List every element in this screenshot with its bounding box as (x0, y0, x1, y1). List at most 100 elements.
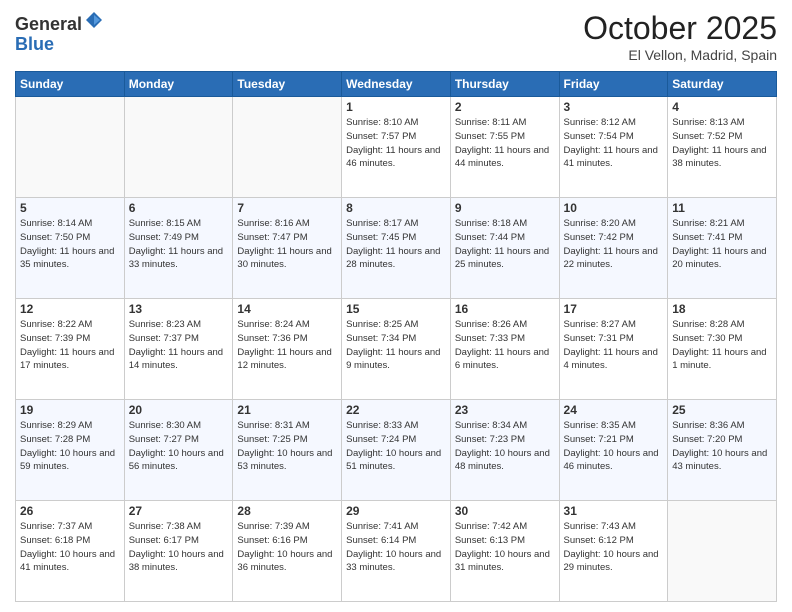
calendar-cell: 27 Sunrise: 7:38 AM Sunset: 6:17 PM Dayli… (124, 501, 233, 602)
day-info: Sunrise: 8:33 AM Sunset: 7:24 PM Dayligh… (346, 419, 446, 474)
day-info: Sunrise: 8:17 AM Sunset: 7:45 PM Dayligh… (346, 217, 446, 272)
day-info: Sunrise: 7:43 AM Sunset: 6:12 PM Dayligh… (564, 520, 664, 575)
day-number: 8 (346, 201, 446, 215)
calendar-cell: 6 Sunrise: 8:15 AM Sunset: 7:49 PM Daylig… (124, 198, 233, 299)
logo-blue: Blue (15, 34, 54, 54)
day-info: Sunrise: 7:38 AM Sunset: 6:17 PM Dayligh… (129, 520, 229, 575)
day-info: Sunrise: 8:27 AM Sunset: 7:31 PM Dayligh… (564, 318, 664, 373)
weekday-header-tuesday: Tuesday (233, 72, 342, 97)
day-info: Sunrise: 8:34 AM Sunset: 7:23 PM Dayligh… (455, 419, 555, 474)
calendar-cell: 24 Sunrise: 8:35 AM Sunset: 7:21 PM Dayli… (559, 400, 668, 501)
day-number: 5 (20, 201, 120, 215)
weekday-header-saturday: Saturday (668, 72, 777, 97)
day-number: 7 (237, 201, 337, 215)
day-info: Sunrise: 8:20 AM Sunset: 7:42 PM Dayligh… (564, 217, 664, 272)
day-info: Sunrise: 8:36 AM Sunset: 7:20 PM Dayligh… (672, 419, 772, 474)
day-info: Sunrise: 7:37 AM Sunset: 6:18 PM Dayligh… (20, 520, 120, 575)
day-info: Sunrise: 8:13 AM Sunset: 7:52 PM Dayligh… (672, 116, 772, 171)
day-number: 30 (455, 504, 555, 518)
day-number: 18 (672, 302, 772, 316)
calendar-cell: 28 Sunrise: 7:39 AM Sunset: 6:16 PM Dayli… (233, 501, 342, 602)
weekday-header-monday: Monday (124, 72, 233, 97)
day-number: 25 (672, 403, 772, 417)
day-number: 14 (237, 302, 337, 316)
calendar-cell: 10Sunrise: 8:20 AM Sunset: 7:42 PM Dayli… (559, 198, 668, 299)
day-number: 2 (455, 100, 555, 114)
day-number: 20 (129, 403, 229, 417)
day-number: 31 (564, 504, 664, 518)
calendar-cell: 8 Sunrise: 8:17 AM Sunset: 7:45 PM Daylig… (342, 198, 451, 299)
calendar-cell (16, 97, 125, 198)
calendar-cell: 4 Sunrise: 8:13 AM Sunset: 7:52 PM Daylig… (668, 97, 777, 198)
calendar-cell: 7 Sunrise: 8:16 AM Sunset: 7:47 PM Daylig… (233, 198, 342, 299)
weekday-header-wednesday: Wednesday (342, 72, 451, 97)
day-number: 16 (455, 302, 555, 316)
day-number: 17 (564, 302, 664, 316)
logo: General Blue (15, 10, 104, 55)
calendar-cell: 18 Sunrise: 8:28 AM Sunset: 7:30 PM Dayli… (668, 299, 777, 400)
calendar-cell: 5 Sunrise: 8:14 AM Sunset: 7:50 PM Daylig… (16, 198, 125, 299)
calendar-cell: 19Sunrise: 8:29 AM Sunset: 7:28 PM Dayli… (16, 400, 125, 501)
day-number: 11 (672, 201, 772, 215)
day-info: Sunrise: 7:42 AM Sunset: 6:13 PM Dayligh… (455, 520, 555, 575)
month-title: October 2025 (583, 10, 777, 47)
day-info: Sunrise: 8:14 AM Sunset: 7:50 PM Dayligh… (20, 217, 120, 272)
calendar-cell: 20 Sunrise: 8:30 AM Sunset: 7:27 PM Dayli… (124, 400, 233, 501)
calendar-week-3: 12 Sunrise: 8:22 AM Sunset: 7:39 PM Dayli… (16, 299, 777, 400)
weekday-header-row: SundayMondayTuesdayWednesdayThursdayFrid… (16, 72, 777, 97)
calendar-cell (668, 501, 777, 602)
calendar-cell (233, 97, 342, 198)
day-number: 23 (455, 403, 555, 417)
day-number: 26 (20, 504, 120, 518)
weekday-header-friday: Friday (559, 72, 668, 97)
calendar-cell: 16 Sunrise: 8:26 AM Sunset: 7:33 PM Dayli… (450, 299, 559, 400)
logo-icon (84, 10, 104, 30)
day-info: Sunrise: 8:25 AM Sunset: 7:34 PM Dayligh… (346, 318, 446, 373)
calendar-cell: 12 Sunrise: 8:22 AM Sunset: 7:39 PM Dayli… (16, 299, 125, 400)
day-info: Sunrise: 8:15 AM Sunset: 7:49 PM Dayligh… (129, 217, 229, 272)
calendar-body: 1 Sunrise: 8:10 AM Sunset: 7:57 PM Daylig… (16, 97, 777, 602)
day-info: Sunrise: 8:30 AM Sunset: 7:27 PM Dayligh… (129, 419, 229, 474)
calendar-cell: 25 Sunrise: 8:36 AM Sunset: 7:20 PM Dayli… (668, 400, 777, 501)
day-number: 27 (129, 504, 229, 518)
day-info: Sunrise: 7:39 AM Sunset: 6:16 PM Dayligh… (237, 520, 337, 575)
day-info: Sunrise: 8:28 AM Sunset: 7:30 PM Dayligh… (672, 318, 772, 373)
day-number: 6 (129, 201, 229, 215)
calendar-cell: 30 Sunrise: 7:42 AM Sunset: 6:13 PM Dayli… (450, 501, 559, 602)
day-number: 19 (20, 403, 120, 417)
calendar-cell: 21Sunrise: 8:31 AM Sunset: 7:25 PM Dayli… (233, 400, 342, 501)
weekday-header-thursday: Thursday (450, 72, 559, 97)
page: General Blue October 2025 El Vellon, Mad… (0, 0, 792, 612)
day-info: Sunrise: 8:10 AM Sunset: 7:57 PM Dayligh… (346, 116, 446, 171)
day-number: 1 (346, 100, 446, 114)
calendar-cell: 15 Sunrise: 8:25 AM Sunset: 7:34 PM Dayli… (342, 299, 451, 400)
day-info: Sunrise: 8:26 AM Sunset: 7:33 PM Dayligh… (455, 318, 555, 373)
logo-general: General (15, 14, 82, 34)
day-info: Sunrise: 8:35 AM Sunset: 7:21 PM Dayligh… (564, 419, 664, 474)
title-block: October 2025 El Vellon, Madrid, Spain (583, 10, 777, 63)
calendar-cell: 11 Sunrise: 8:21 AM Sunset: 7:41 PM Dayli… (668, 198, 777, 299)
calendar-cell: 29Sunrise: 7:41 AM Sunset: 6:14 PM Dayli… (342, 501, 451, 602)
calendar-cell: 1 Sunrise: 8:10 AM Sunset: 7:57 PM Daylig… (342, 97, 451, 198)
day-number: 22 (346, 403, 446, 417)
calendar-cell: 9Sunrise: 8:18 AM Sunset: 7:44 PM Daylig… (450, 198, 559, 299)
day-info: Sunrise: 8:21 AM Sunset: 7:41 PM Dayligh… (672, 217, 772, 272)
day-number: 4 (672, 100, 772, 114)
day-number: 13 (129, 302, 229, 316)
day-number: 12 (20, 302, 120, 316)
calendar: SundayMondayTuesdayWednesdayThursdayFrid… (15, 71, 777, 602)
calendar-cell (124, 97, 233, 198)
calendar-cell: 31 Sunrise: 7:43 AM Sunset: 6:12 PM Dayli… (559, 501, 668, 602)
calendar-week-1: 1 Sunrise: 8:10 AM Sunset: 7:57 PM Daylig… (16, 97, 777, 198)
day-info: Sunrise: 8:16 AM Sunset: 7:47 PM Dayligh… (237, 217, 337, 272)
day-info: Sunrise: 8:24 AM Sunset: 7:36 PM Dayligh… (237, 318, 337, 373)
location: El Vellon, Madrid, Spain (583, 47, 777, 63)
day-info: Sunrise: 8:22 AM Sunset: 7:39 PM Dayligh… (20, 318, 120, 373)
day-number: 15 (346, 302, 446, 316)
weekday-header-sunday: Sunday (16, 72, 125, 97)
calendar-week-2: 5 Sunrise: 8:14 AM Sunset: 7:50 PM Daylig… (16, 198, 777, 299)
day-info: Sunrise: 7:41 AM Sunset: 6:14 PM Dayligh… (346, 520, 446, 575)
day-number: 24 (564, 403, 664, 417)
day-number: 28 (237, 504, 337, 518)
day-info: Sunrise: 8:31 AM Sunset: 7:25 PM Dayligh… (237, 419, 337, 474)
